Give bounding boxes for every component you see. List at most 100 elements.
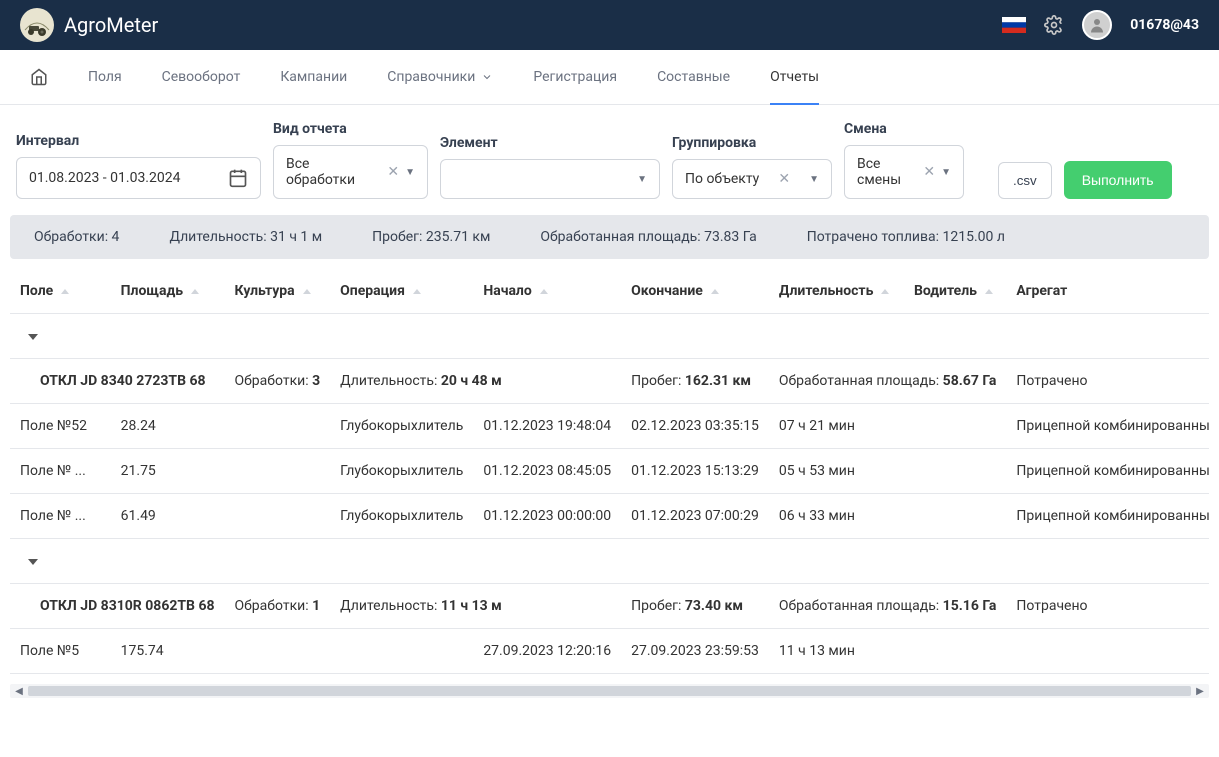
grouping-value: По объекту — [685, 171, 759, 187]
element-label: Элемент — [440, 135, 660, 151]
filter-element: Элемент ▼ — [440, 135, 660, 199]
group-area: Обработанная площадь: 58.67 Га — [769, 359, 1007, 404]
grouping-select[interactable]: По объекту ✕ ▼ — [672, 159, 832, 199]
group-toggle-row[interactable] — [10, 314, 1209, 359]
group-mil: Пробег: 73.40 км — [621, 584, 769, 629]
cell-culture — [225, 404, 331, 449]
nav-compound[interactable]: Составные — [657, 51, 730, 103]
table-row[interactable]: Поле №5228.24Глубокорыхлитель01.12.2023 … — [10, 404, 1209, 449]
cell-culture — [225, 494, 331, 539]
group-dur: Длительность: 11 ч 13 м — [330, 584, 621, 629]
caret-down-icon: ▼ — [941, 167, 951, 178]
app-name: AgroMeter — [64, 13, 158, 37]
scrollbar-thumb[interactable] — [28, 686, 1191, 696]
cell-start: 27.09.2023 12:20:16 — [473, 629, 621, 674]
run-button[interactable]: Выполнить — [1064, 161, 1172, 199]
col-field[interactable]: Поле — [10, 269, 111, 314]
report-table: Поле Площадь Культура Операция Начало Ок… — [10, 269, 1209, 674]
group-header-row: ОТКЛ JD 8340 2723ТВ 68Обработки: 3Длител… — [10, 359, 1209, 404]
nav-registration[interactable]: Регистрация — [533, 51, 617, 103]
col-culture[interactable]: Культура — [225, 269, 331, 314]
cell-field: Поле №5 — [10, 629, 111, 674]
shift-select[interactable]: Все смены ✕ ▼ — [844, 145, 964, 199]
report-type-value: Все обработки — [286, 156, 381, 188]
nav-references-label: Справочники — [387, 69, 475, 85]
cell-driver — [904, 494, 1006, 539]
nav-rotation[interactable]: Севооборот — [162, 51, 241, 103]
sort-icon — [61, 289, 69, 294]
scroll-right-icon[interactable]: ▶ — [1193, 686, 1207, 696]
user-id: 01678@43 — [1130, 17, 1199, 33]
cell-field: Поле №52 — [10, 404, 111, 449]
group-area: Обработанная площадь: 15.16 Га — [769, 584, 1007, 629]
group-mil: Пробег: 162.31 км — [621, 359, 769, 404]
sort-icon — [413, 289, 421, 294]
cell-aggregate: Прицепной комбинированный — [1006, 449, 1209, 494]
nav-reports[interactable]: Отчеты — [770, 51, 819, 105]
clear-icon[interactable]: ✕ — [923, 164, 935, 180]
caret-down-icon: ▼ — [405, 167, 415, 178]
cell-area: 21.75 — [111, 449, 225, 494]
col-start[interactable]: Начало — [473, 269, 621, 314]
filters-bar: Интервал 01.08.2023 - 01.03.2024 Вид отч… — [0, 105, 1219, 215]
date-range-input[interactable]: 01.08.2023 - 01.03.2024 — [16, 157, 261, 199]
shift-value: Все смены — [857, 156, 917, 188]
clear-icon[interactable]: ✕ — [387, 164, 399, 180]
cell-dur: 11 ч 13 мин — [769, 629, 904, 674]
clear-icon[interactable]: ✕ — [778, 171, 790, 187]
horizontal-scrollbar[interactable]: ◀ ▶ — [10, 684, 1209, 698]
col-area[interactable]: Площадь — [111, 269, 225, 314]
summary-fuel: Потрачено топлива: 1215.00 л — [807, 229, 1005, 245]
settings-icon[interactable] — [1044, 15, 1064, 35]
table-header-row: Поле Площадь Культура Операция Начало Ок… — [10, 269, 1209, 314]
summary-area: Обработанная площадь: 73.83 Га — [540, 229, 756, 245]
cell-end: 01.12.2023 07:00:29 — [621, 494, 769, 539]
cell-op — [330, 629, 473, 674]
user-avatar[interactable] — [1082, 10, 1112, 40]
sort-icon — [303, 289, 311, 294]
table-row[interactable]: Поле № ...61.49Глубокорыхлитель01.12.202… — [10, 494, 1209, 539]
caret-down-icon — [28, 559, 38, 565]
col-duration[interactable]: Длительность — [769, 269, 904, 314]
report-type-select[interactable]: Все обработки ✕ ▼ — [273, 145, 428, 199]
cell-culture — [225, 629, 331, 674]
nav-campaigns[interactable]: Кампании — [280, 51, 347, 103]
cell-op: Глубокорыхлитель — [330, 494, 473, 539]
cell-dur: 05 ч 53 мин — [769, 449, 904, 494]
col-operation[interactable]: Операция — [330, 269, 473, 314]
summary-bar: Обработки: 4 Длительность: 31 ч 1 м Проб… — [10, 215, 1209, 259]
group-dur: Длительность: 20 ч 48 м — [330, 359, 621, 404]
scroll-left-icon[interactable]: ◀ — [12, 686, 26, 696]
cell-culture — [225, 449, 331, 494]
col-driver[interactable]: Водитель — [904, 269, 1006, 314]
cell-op: Глубокорыхлитель — [330, 404, 473, 449]
cell-aggregate: Прицепной комбинированный — [1006, 404, 1209, 449]
group-name: ОТКЛ JD 8340 2723ТВ 68 — [10, 359, 225, 404]
language-flag[interactable] — [1002, 17, 1026, 33]
element-select[interactable]: ▼ — [440, 159, 660, 199]
app-header: AgroMeter 01678@43 — [0, 0, 1219, 50]
main-nav: Поля Севооборот Кампании Справочники Рег… — [0, 50, 1219, 105]
date-range-value: 01.08.2023 - 01.03.2024 — [29, 170, 180, 186]
shift-label: Смена — [844, 121, 964, 137]
nav-fields[interactable]: Поля — [88, 51, 122, 103]
group-toggle-row[interactable] — [10, 539, 1209, 584]
export-csv-button[interactable]: .csv — [998, 162, 1052, 199]
filter-grouping: Группировка По объекту ✕ ▼ — [672, 135, 832, 199]
report-table-wrap: Поле Площадь Культура Операция Начало Ок… — [10, 269, 1209, 674]
col-end[interactable]: Окончание — [621, 269, 769, 314]
table-row[interactable]: Поле № ...21.75Глубокорыхлитель01.12.202… — [10, 449, 1209, 494]
sort-icon — [881, 289, 889, 294]
logo-icon — [20, 8, 54, 42]
group-fuel: Потрачено — [1006, 359, 1209, 404]
table-row[interactable]: Поле №5175.7427.09.2023 12:20:1627.09.20… — [10, 629, 1209, 674]
cell-dur: 06 ч 33 мин — [769, 494, 904, 539]
cell-end: 02.12.2023 03:35:15 — [621, 404, 769, 449]
cell-aggregate — [1006, 629, 1209, 674]
header-right: 01678@43 — [1002, 10, 1199, 40]
nav-references[interactable]: Справочники — [387, 51, 493, 103]
filter-report-type: Вид отчета Все обработки ✕ ▼ — [273, 121, 428, 199]
cell-driver — [904, 404, 1006, 449]
home-icon[interactable] — [30, 68, 48, 86]
col-aggregate[interactable]: Агрегат — [1006, 269, 1209, 314]
